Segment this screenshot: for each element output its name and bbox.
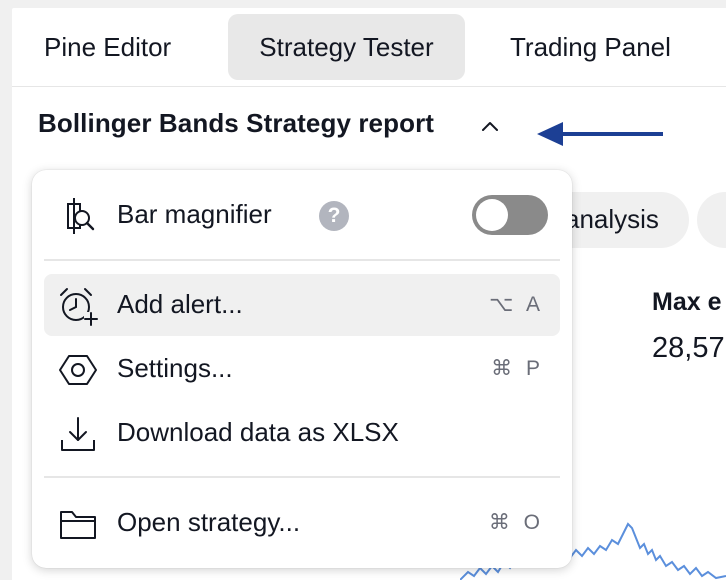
menu-item-settings[interactable]: Settings... ⌘ P [44, 338, 560, 400]
chevron-up-icon[interactable] [478, 114, 502, 138]
tabs-divider [12, 86, 726, 87]
menu-divider [44, 476, 560, 478]
report-title[interactable]: Bollinger Bands Strategy report [38, 108, 434, 139]
strategy-report-menu: Bar magnifier ? Add alert... ⌥ A Setting… [32, 170, 572, 568]
menu-item-label: Add alert... [117, 289, 243, 319]
shortcut-label: ⌘ P [491, 357, 544, 380]
settings-icon [59, 355, 97, 385]
annotation-arrow-icon [537, 122, 663, 146]
tab-trading-panel[interactable]: Trading Panel [490, 14, 691, 80]
bar-magnifier-icon [67, 198, 95, 234]
add-alert-icon [60, 288, 98, 326]
menu-item-download-xlsx[interactable]: Download data as XLSX [44, 402, 560, 464]
menu-item-label: Open strategy... [117, 507, 301, 537]
help-icon[interactable]: ? [319, 201, 349, 231]
menu-item-label: Download data as XLSX [117, 417, 399, 447]
toggle-knob [476, 199, 508, 231]
metric-label: Max e [652, 288, 722, 316]
menu-item-label: Bar magnifier [117, 199, 272, 229]
metric-value: 28,57 [652, 332, 725, 364]
menu-item-open-strategy[interactable]: Open strategy... ⌘ O [44, 492, 560, 554]
shortcut-label: ⌥ A [489, 293, 544, 316]
menu-item-add-alert[interactable]: Add alert... ⌥ A [44, 274, 560, 336]
menu-item-bar-magnifier[interactable]: Bar magnifier ? [44, 184, 560, 246]
download-icon [61, 417, 95, 451]
analysis-tab-label: analysis [565, 204, 659, 234]
folder-icon [60, 511, 96, 539]
tab-strategy-tester[interactable]: Strategy Tester [228, 14, 465, 80]
bar-magnifier-toggle[interactable] [472, 195, 548, 235]
menu-item-label: Settings... [117, 353, 233, 383]
menu-divider [44, 259, 560, 261]
tab-pine-editor[interactable]: Pine Editor [24, 14, 191, 80]
bottom-panel-tabs: Pine Editor Strategy Tester Trading Pane… [12, 8, 726, 88]
shortcut-label: ⌘ O [488, 511, 544, 534]
